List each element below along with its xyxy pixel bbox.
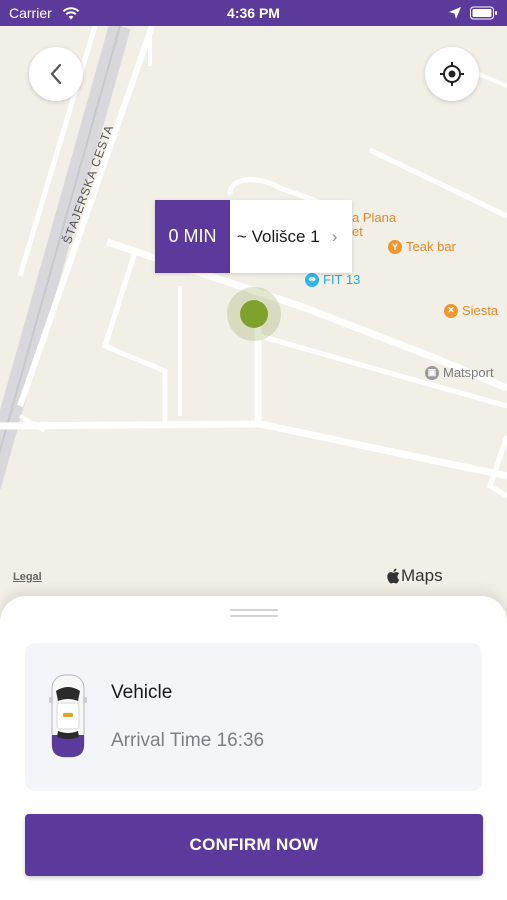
maps-logo: Maps xyxy=(386,566,443,586)
poi-et[interactable]: et xyxy=(352,224,363,239)
eta-minutes: 0 MIN xyxy=(155,200,230,273)
legal-link[interactable]: Legal xyxy=(13,571,42,583)
fork-knife-icon: ✕ xyxy=(444,303,458,318)
bottom-sheet: Vehicle Arrival Time 16:36 CONFIRM NOW xyxy=(0,596,507,900)
crosshair-icon xyxy=(440,62,464,86)
arrival-time: Arrival Time 16:36 xyxy=(111,730,265,751)
eta-callout[interactable]: 0 MIN ~ Volišce 1 › xyxy=(155,200,352,273)
status-bar: Carrier 4:36 PM xyxy=(0,0,507,26)
store-icon: ▣ xyxy=(425,365,439,380)
dumbbell-icon: ⇹ xyxy=(305,272,319,287)
sheet-grabber[interactable] xyxy=(230,609,278,618)
chevron-left-icon xyxy=(50,63,62,85)
poi-siesta[interactable]: ✕ Siesta xyxy=(444,303,498,318)
map-view[interactable]: ŠTAJERSKA CESTA Slovenska ra a Plana et … xyxy=(0,26,507,626)
eta-place-name: ~ Volišce 1 xyxy=(237,226,320,246)
apple-logo-icon xyxy=(387,568,400,584)
confirm-now-button[interactable]: CONFIRM NOW xyxy=(25,814,483,876)
locate-me-button[interactable] xyxy=(425,47,479,101)
poi-teak-bar[interactable]: Y Teak bar xyxy=(388,239,456,254)
poi-a-plana[interactable]: a Plana xyxy=(352,210,396,225)
vehicle-card[interactable]: Vehicle Arrival Time 16:36 xyxy=(25,643,482,791)
chevron-right-icon: › xyxy=(331,226,338,246)
pickup-pin[interactable] xyxy=(240,300,268,328)
location-arrow-icon xyxy=(449,7,461,19)
battery-icon xyxy=(470,6,497,20)
poi-fit-13[interactable]: ⇹ FIT 13 xyxy=(305,272,360,287)
vehicle-name: Vehicle xyxy=(111,682,173,703)
back-button[interactable] xyxy=(29,47,83,101)
status-time: 4:36 PM xyxy=(227,5,280,21)
eta-place: ~ Volišce 1 › xyxy=(230,200,352,273)
cocktail-icon: Y xyxy=(388,239,402,254)
taxi-car-icon xyxy=(49,674,87,758)
poi-matsport[interactable]: ▣ Matsport xyxy=(425,365,494,380)
